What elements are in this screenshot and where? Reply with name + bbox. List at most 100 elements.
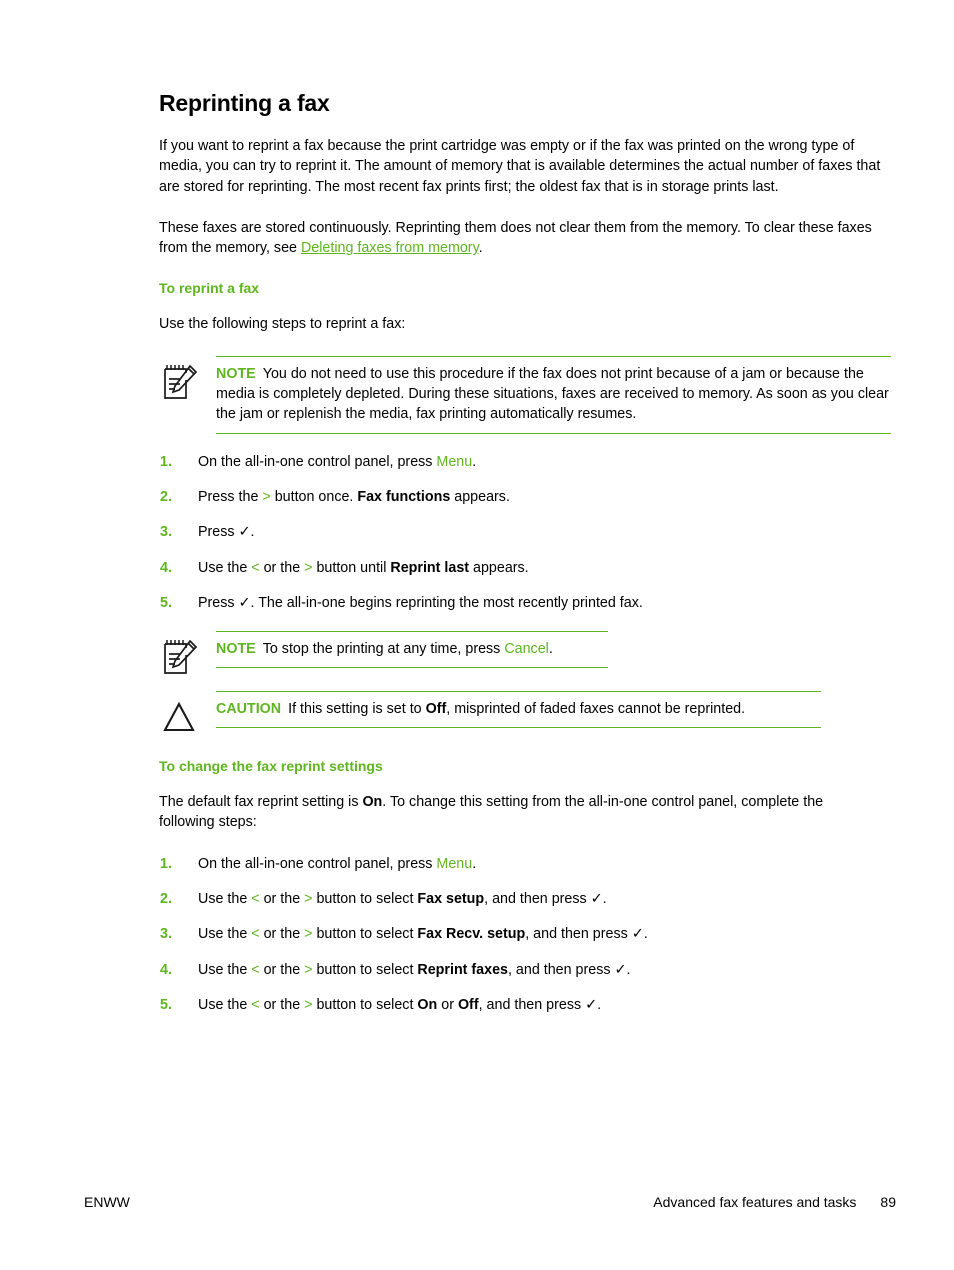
keyword: Off [457,996,479,1013]
keyword: Off [425,701,447,718]
text: button once. [270,488,358,505]
step-text: Use the < or the > button to select Repr… [198,962,630,978]
text: On the all-in-one control panel, press [198,453,437,470]
list-item: 1. On the all-in-one control panel, pres… [159,452,881,472]
reprint-steps-list: 1. On the all-in-one control panel, pres… [159,452,881,613]
section-heading-to-change-fax-reprint-settings: To change the fax reprint settings [159,758,383,775]
text: or the [259,961,305,978]
reprint-lead-in: Use the following steps to reprint a fax… [159,316,406,333]
text: button to select [312,926,418,943]
check-button-glyph: ✓ [238,524,251,541]
list-item: 5. Press ✓. The all-in-one begins reprin… [159,593,881,613]
text: . [643,926,648,943]
text: or the [259,996,305,1013]
page-content: Reprinting a fax If you want to reprint … [159,88,891,1023]
text: . [626,961,631,978]
list-item: 2. Use the < or the > button to select F… [159,889,881,909]
text: . [548,641,553,658]
text: Press [198,524,239,541]
text: The default fax reprint setting is [159,794,363,811]
text: button to select [312,996,418,1013]
intro-paragraph: If you want to reprint a fax because the… [159,138,881,195]
keyword: Fax setup [417,891,485,908]
keyword: Reprint faxes [417,961,508,978]
keyword: Fax functions [357,488,451,505]
note-pencil-icon [159,637,203,677]
step-text: Use the < or the > button to select Fax … [198,891,607,907]
check-button-glyph: ✓ [614,961,627,978]
text: button to select [312,961,418,978]
deleting-faxes-from-memory-link[interactable]: Deleting faxes from memory [301,240,479,256]
note-label: NOTE [216,365,256,382]
list-item: 1. On the all-in-one control panel, pres… [159,854,881,874]
step-number: 3. [160,524,172,541]
keyword: Reprint last [390,559,470,576]
settings-steps-list: 1. On the all-in-one control panel, pres… [159,854,881,1015]
text: button to select [312,891,418,908]
text: . The all-in-one begins reprinting the m… [250,594,643,611]
text: or [437,996,458,1013]
step-text: Press the > button once. Fax functions a… [198,489,510,505]
step-text: Use the < or the > button to select On o… [198,997,601,1013]
caution-box-body: CAUTION If this setting is set to Off, mi… [216,691,821,729]
step-text: On the all-in-one control panel, press M… [198,454,476,470]
arrow-button-glyph: < [251,996,260,1013]
ui-command: Cancel [504,641,549,658]
step-number: 1. [160,855,172,872]
text: Press the [198,488,263,505]
text: On the all-in-one control panel, press [198,855,437,872]
note-text: To stop the printing at any time, press … [263,641,553,657]
second-paragraph: These faxes are stored continuously. Rep… [159,218,881,259]
text: . [597,996,602,1013]
text: , and then press [484,891,591,908]
text: , and then press [525,926,632,943]
step-text: Use the < or the > button to select Fax … [198,926,648,942]
step-text: Press ✓. The all-in-one begins reprintin… [198,595,643,611]
second-paragraph-text-after: . [478,240,483,257]
check-button-glyph: ✓ [585,996,598,1013]
section-heading-to-reprint-a-fax: To reprint a fax [159,280,260,297]
list-item: 4. Use the < or the > button to select R… [159,960,881,980]
second-paragraph-text-before: These faxes are stored continuously. Rep… [159,219,872,257]
text: , and then press [478,996,586,1013]
footer-chapter-title: Advanced fax features and tasks [653,1194,857,1210]
arrow-button-glyph: > [262,488,271,505]
note-box-1-body: NOTE You do not need to use this procedur… [216,355,891,434]
check-button-glyph: ✓ [238,594,251,611]
footer-page-number: 89 [880,1194,896,1210]
text: Use the [198,926,252,943]
caution-label: CAUTION [216,701,282,718]
text: Use the [198,891,252,908]
note-box-1: NOTE You do not need to use this procedur… [159,355,891,434]
arrow-button-glyph: < [251,926,260,943]
warning-triangle-icon [159,697,203,737]
list-item: 3. Press ✓. [159,522,881,542]
text: button until [312,559,391,576]
ui-command: Menu [436,453,473,470]
text: . [472,453,477,470]
step-number: 4. [160,559,172,576]
text: Use the [198,559,252,576]
step-number: 2. [160,488,172,505]
text: Use the [198,961,252,978]
arrow-button-glyph: < [251,559,260,576]
step-number: 4. [160,961,172,978]
caution-text: If this setting is set to Off, misprinte… [288,701,745,717]
text: Use the [198,996,252,1013]
text: If this setting is set to [288,701,426,718]
footer-enww: ENWW [84,1194,130,1210]
footer-chapter-and-page: Advanced fax features and tasks 89 [653,1192,896,1212]
page-title: Reprinting a fax [159,90,330,116]
arrow-button-glyph: < [251,961,260,978]
text: To stop the printing at any time, press [262,641,505,658]
keyword: On [417,996,438,1013]
ui-command: Menu [436,855,473,872]
step-number: 2. [160,891,172,908]
step-text: On the all-in-one control panel, press M… [198,856,476,872]
keyword: On [362,794,383,811]
caution-box: CAUTION If this setting is set to Off, mi… [159,691,881,732]
step-number: 1. [160,453,172,470]
check-button-glyph: ✓ [631,926,644,943]
note-text: You do not need to use this procedure if… [216,365,889,423]
step-number: 3. [160,926,172,943]
